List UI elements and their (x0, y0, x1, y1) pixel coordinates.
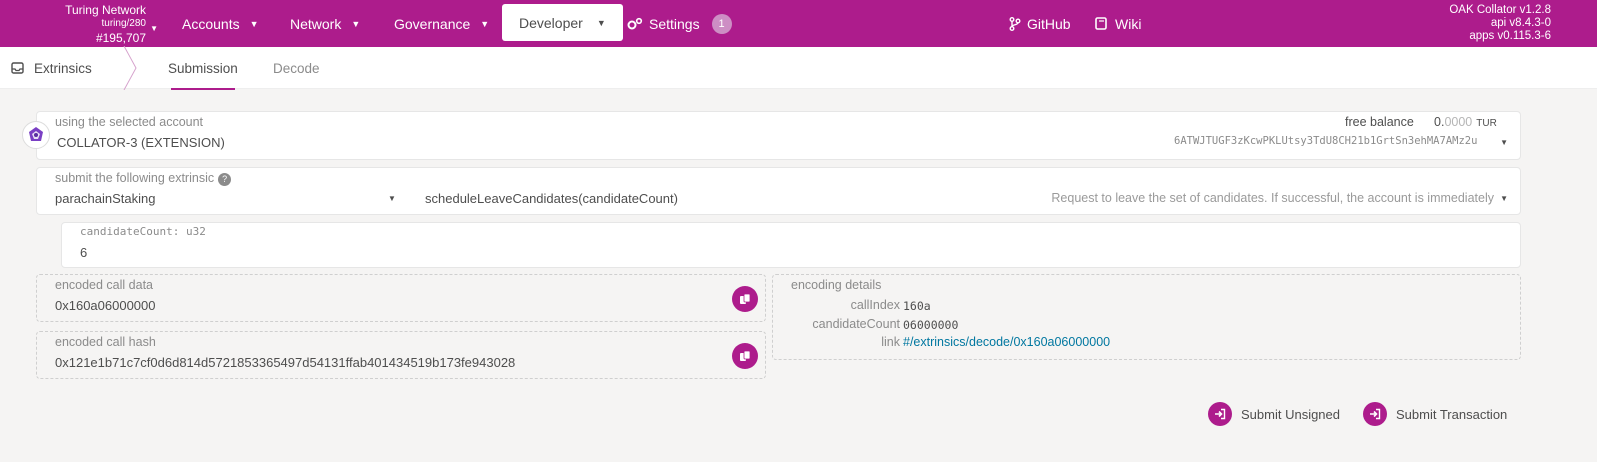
sign-in-icon (1208, 402, 1232, 426)
nav-accounts-label: Accounts (182, 15, 240, 32)
chevron-down-icon: ▼ (1500, 138, 1508, 147)
api-version: api v8.4.3-0 (1490, 17, 1551, 29)
encoded-call-hash: encoded call hash 0x121e1b71c7cf0d6d814d… (36, 331, 766, 379)
method-value: scheduleLeaveCandidates(candidateCount) (425, 191, 678, 206)
balance-integer: 0. (1434, 115, 1445, 129)
balance-decimals: 0000 (1444, 115, 1473, 129)
sign-in-glyph (1370, 408, 1381, 420)
account-name: COLLATOR-3 (EXTENSION) (57, 135, 225, 150)
account-address: 6ATWJTUGF3zKcwPKLUtsy3TdU8CH21b1GrtSn3eh… (1174, 135, 1478, 147)
nav-wiki-label: Wiki (1115, 15, 1142, 32)
module-value: parachainStaking (55, 191, 156, 206)
nav-developer[interactable]: Developer ▼ (502, 4, 623, 41)
chevron-down-icon: ▼ (596, 17, 606, 28)
nav-network[interactable]: Network ▼ (290, 0, 360, 47)
account-label: using the selected account (55, 115, 204, 129)
encoded-hash-label: encoded call hash (55, 335, 156, 349)
encoding-details-label: encoding details (791, 278, 882, 292)
tab-submission-label: Submission (168, 60, 238, 76)
nav-github-label: GitHub (1027, 15, 1071, 32)
link-label: link (881, 335, 900, 349)
chevron-down-icon: ▼ (351, 18, 361, 29)
chain-selector[interactable]: Turing Network turing/280 ▼ #195,707 (50, 3, 158, 45)
call-index-value: 160a (903, 299, 931, 313)
chevron-down-icon: ▼ (1500, 194, 1508, 203)
candidate-count-value: 06000000 (903, 318, 959, 332)
param-value-input[interactable]: 6 (80, 245, 87, 260)
nav-settings-label: Settings (649, 15, 700, 32)
call-index-label: callIndex (850, 298, 900, 312)
submit-transaction-button[interactable]: Submit Transaction (1363, 402, 1507, 426)
sub-navbar: Extrinsics Submission Decode (0, 46, 1597, 90)
encoded-call-value: 0x160a06000000 (55, 298, 156, 313)
encoded-call-label: encoded call data (55, 278, 153, 292)
nav-network-label: Network (290, 15, 342, 32)
chevron-down-icon: ▼ (150, 24, 158, 33)
sign-in-icon (1363, 402, 1387, 426)
section-title: Extrinsics (34, 60, 92, 76)
nav-developer-label: Developer (519, 14, 583, 31)
node-version: OAK Collator v1.2.8 (1449, 4, 1551, 16)
module-select[interactable]: parachainStaking ▼ (37, 168, 407, 214)
chain-spec: turing/280 (101, 18, 146, 29)
method-description: Request to leave the set of candidates. … (1051, 191, 1494, 205)
nav-settings[interactable]: Settings 1 (627, 0, 732, 47)
copy-icon (740, 350, 751, 361)
method-select[interactable]: scheduleLeaveCandidates(candidateCount) … (407, 168, 1520, 214)
section-extrinsics: Extrinsics (11, 47, 92, 89)
account-avatar (22, 121, 50, 149)
extrinsic-selector: submit the following extrinsic? parachai… (36, 167, 1521, 215)
top-navbar: Turing Network turing/280 ▼ #195,707 Acc… (0, 0, 1597, 47)
copy-call-hash-button[interactable] (732, 343, 758, 369)
gears-icon (627, 17, 643, 29)
identicon-icon (27, 126, 45, 144)
nav-governance-label: Governance (394, 15, 471, 32)
account-selector[interactable]: using the selected account COLLATOR-3 (E… (36, 111, 1521, 160)
nav-accounts[interactable]: Accounts ▼ (182, 0, 259, 47)
settings-badge: 1 (711, 13, 732, 34)
encoding-details: encoding details callIndex 160a candidat… (772, 274, 1521, 360)
submit-transaction-label: Submit Transaction (1396, 406, 1508, 422)
submit-unsigned-label: Submit Unsigned (1241, 406, 1340, 422)
inbox-icon (11, 62, 24, 74)
encoded-call-data: encoded call data 0x160a06000000 (36, 274, 766, 322)
nav-governance[interactable]: Governance ▼ (394, 0, 489, 47)
copy-icon (740, 293, 751, 304)
chevron-down-icon: ▼ (480, 18, 490, 29)
chevron-down-icon: ▼ (249, 18, 259, 29)
chain-name: Turing Network (65, 3, 146, 17)
balance-unit: TUR (1476, 118, 1497, 129)
chevron-down-icon: ▼ (388, 194, 396, 203)
candidate-count-label: candidateCount (812, 317, 900, 331)
book-icon (1095, 17, 1107, 30)
best-block: #195,707 (95, 31, 146, 45)
decode-link[interactable]: #/extrinsics/decode/0x160a06000000 (903, 335, 1110, 349)
tab-decode[interactable]: Decode (273, 47, 320, 89)
code-branch-icon (1009, 16, 1021, 31)
sign-in-glyph (1215, 408, 1226, 420)
free-balance-label: free balance (1345, 115, 1414, 129)
breadcrumb-separator (123, 46, 137, 90)
version-info: OAK Collator v1.2.8 api v8.4.3-0 apps v0… (1449, 4, 1551, 43)
encoded-hash-value: 0x121e1b71c7cf0d6d814d5721853365497d5413… (55, 355, 516, 370)
nav-github[interactable]: GitHub (1009, 0, 1071, 47)
submit-unsigned-button[interactable]: Submit Unsigned (1208, 402, 1340, 426)
apps-version: apps v0.115.3-6 (1469, 30, 1551, 42)
tab-decode-label: Decode (273, 60, 320, 76)
param-candidate-count[interactable]: candidateCount: u32 6 (61, 222, 1521, 268)
tab-submission[interactable]: Submission (168, 47, 238, 90)
copy-call-data-button[interactable] (732, 286, 758, 312)
param-label: candidateCount: u32 (80, 225, 206, 238)
free-balance-value: 0.0000 TUR (1434, 115, 1497, 129)
nav-wiki[interactable]: Wiki (1095, 0, 1141, 47)
